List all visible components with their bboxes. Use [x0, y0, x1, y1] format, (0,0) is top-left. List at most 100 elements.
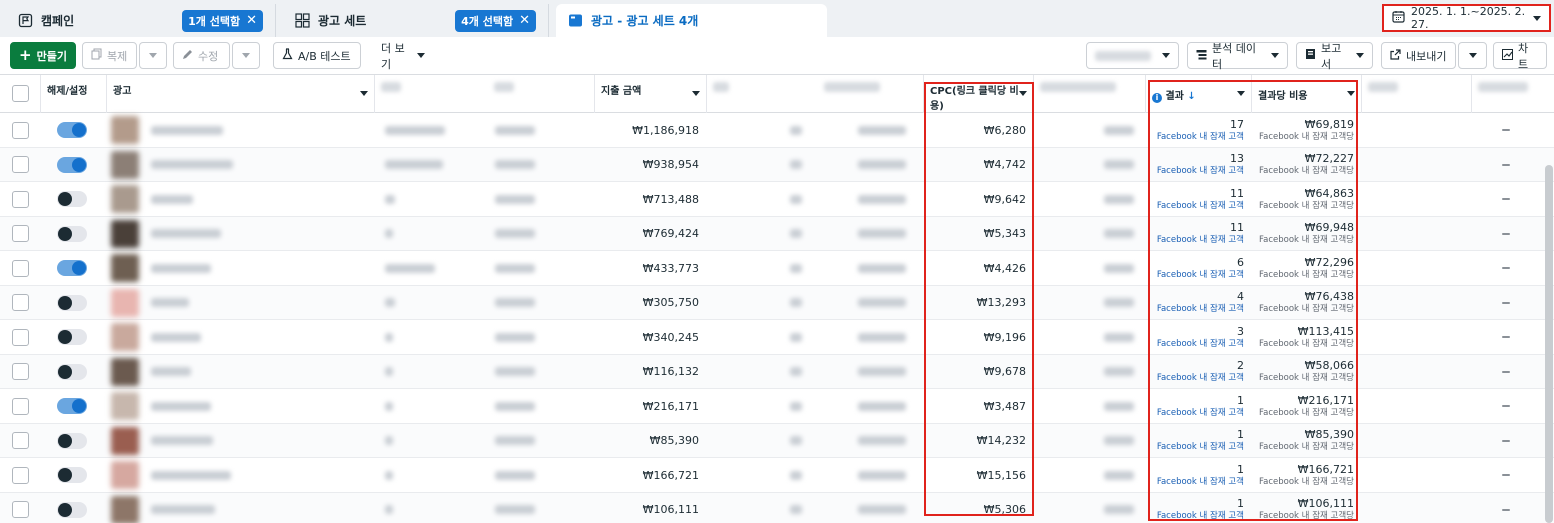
- ad-name-cell[interactable]: [111, 251, 371, 285]
- toggle-knob: [72, 399, 86, 413]
- ad-status-toggle[interactable]: [57, 156, 87, 173]
- results-type-link[interactable]: Facebook 내 잠재 고객: [1157, 442, 1244, 453]
- row-checkbox[interactable]: [12, 121, 29, 139]
- results-type-link[interactable]: Facebook 내 잠재 고객: [1157, 339, 1244, 350]
- close-icon[interactable]: ✕: [519, 14, 530, 27]
- row-checkbox[interactable]: [12, 294, 29, 311]
- results-type-link[interactable]: Facebook 내 잠재 고객: [1157, 270, 1244, 281]
- ad-name-cell[interactable]: [111, 320, 371, 354]
- ad-status-toggle[interactable]: [57, 467, 87, 483]
- analyze-button[interactable]: 분석 데이터: [1187, 42, 1288, 71]
- ad-status-toggle[interactable]: [57, 294, 87, 311]
- column-header-cost-per-result[interactable]: 결과당 비용: [1252, 75, 1362, 113]
- ad-name-cell[interactable]: [111, 493, 371, 523]
- ad-status-toggle[interactable]: [57, 191, 87, 207]
- table-row[interactable]: ₩713,488 ₩9,642 11 Facebook 내 잠재 고객 ₩64,…: [0, 182, 1554, 217]
- table-row[interactable]: ₩116,132 ₩9,678 2 Facebook 내 잠재 고객 ₩58,0…: [0, 354, 1554, 389]
- results-type-link[interactable]: Facebook 내 잠재 고객: [1157, 408, 1244, 419]
- ad-name-cell[interactable]: [111, 182, 371, 216]
- results-type-link[interactable]: Facebook 내 잠재 고객: [1157, 477, 1244, 488]
- results-type-link[interactable]: Facebook 내 잠재 고객: [1157, 511, 1244, 522]
- table-row[interactable]: ₩938,954 ₩4,742 13 Facebook 내 잠재 고객 ₩72,…: [0, 147, 1554, 182]
- ad-name-cell[interactable]: [111, 389, 371, 423]
- tab-adset[interactable]: 광고 세트 4개 선택함 ✕: [283, 4, 549, 37]
- row-checkbox[interactable]: [12, 259, 29, 277]
- duplicate-button[interactable]: 복제: [82, 42, 137, 69]
- column-header-blurred-5[interactable]: [1472, 75, 1554, 113]
- column-header-blurred-3[interactable]: [1034, 75, 1146, 113]
- ad-name-cell[interactable]: [111, 355, 371, 389]
- row-checkbox[interactable]: [12, 432, 29, 449]
- results-value: 11: [1230, 221, 1244, 235]
- chart-button[interactable]: 차트: [1493, 42, 1547, 71]
- results-type-link[interactable]: Facebook 내 잠재 고객: [1157, 166, 1244, 177]
- row-checkbox[interactable]: [12, 225, 29, 242]
- tab-campaign[interactable]: 캠페인 1개 선택함 ✕: [6, 4, 276, 37]
- ad-status-toggle[interactable]: [57, 398, 87, 414]
- ad-status-toggle[interactable]: [57, 432, 87, 449]
- campaign-selection-chip[interactable]: 1개 선택함 ✕: [182, 9, 263, 32]
- row-checkbox[interactable]: [12, 328, 29, 346]
- results-type-link[interactable]: Facebook 내 잠재 고객: [1157, 132, 1244, 143]
- row-checkbox[interactable]: [12, 190, 29, 208]
- duplicate-dropdown[interactable]: [139, 42, 167, 69]
- edit-button[interactable]: 수정: [173, 42, 230, 69]
- column-header-blurred-1[interactable]: [375, 75, 595, 113]
- ad-status-toggle[interactable]: [57, 501, 87, 518]
- edit-dropdown[interactable]: [232, 42, 260, 69]
- table-row[interactable]: ₩433,773 ₩4,426 6 Facebook 내 잠재 고객 ₩72,2…: [0, 251, 1554, 286]
- table-row[interactable]: ₩106,111 ₩5,306 1 Facebook 내 잠재 고객 ₩106,…: [0, 492, 1554, 523]
- cost-per-result-value: ₩113,415: [1297, 324, 1354, 338]
- column-header-toggle[interactable]: 해제/설정: [41, 75, 107, 113]
- ad-status-toggle[interactable]: [57, 225, 87, 242]
- row-checkbox[interactable]: [12, 156, 29, 173]
- column-header-ad[interactable]: 광고: [107, 75, 375, 113]
- column-header-blurred-4[interactable]: [1362, 75, 1472, 113]
- close-icon[interactable]: ✕: [246, 14, 257, 27]
- results-type-link[interactable]: Facebook 내 잠재 고객: [1157, 235, 1244, 246]
- table-row[interactable]: ₩340,245 ₩9,196 3 Facebook 내 잠재 고객 ₩113,…: [0, 320, 1554, 355]
- row-checkbox[interactable]: [12, 466, 29, 484]
- table-row[interactable]: ₩166,721 ₩15,156 1 Facebook 내 잠재 고객 ₩166…: [0, 458, 1554, 493]
- ad-name-cell[interactable]: [111, 424, 371, 458]
- export-dropdown[interactable]: [1458, 42, 1487, 69]
- ad-status-toggle[interactable]: [57, 122, 87, 138]
- select-all-checkbox[interactable]: [12, 85, 29, 102]
- ad-status-toggle[interactable]: [57, 260, 87, 276]
- tab-ads[interactable]: 광고 - 광고 세트 4개: [556, 4, 827, 37]
- results-type-link[interactable]: Facebook 내 잠재 고객: [1157, 201, 1244, 212]
- results-value: 1: [1237, 462, 1244, 476]
- date-range-picker[interactable]: 2025. 1. 1.~2025. 2. 27.: [1382, 4, 1551, 32]
- ad-name-cell[interactable]: [111, 217, 371, 251]
- table-row[interactable]: ₩1,186,918 ₩6,280 17 Facebook 내 잠재 고객 ₩6…: [0, 113, 1554, 148]
- export-button[interactable]: 내보내기: [1381, 42, 1456, 69]
- ad-name-cell[interactable]: [111, 458, 371, 492]
- column-header-blurred-2[interactable]: [707, 75, 924, 113]
- create-button[interactable]: + 만들기: [10, 42, 76, 69]
- ad-status-toggle[interactable]: [57, 329, 87, 345]
- cost-per-result-value: ₩69,819: [1304, 117, 1354, 131]
- adset-selection-chip[interactable]: 4개 선택함 ✕: [455, 9, 536, 32]
- blurred-cell: [1034, 148, 1146, 182]
- row-checkbox[interactable]: [12, 363, 29, 380]
- ad-name-cell[interactable]: [111, 148, 371, 182]
- row-checkbox[interactable]: [12, 501, 29, 518]
- column-header-results[interactable]: i 결과 ↓: [1146, 75, 1252, 113]
- row-checkbox[interactable]: [12, 397, 29, 415]
- ad-name-cell[interactable]: [111, 286, 371, 320]
- table-row[interactable]: ₩216,171 ₩3,487 1 Facebook 내 잠재 고객 ₩216,…: [0, 389, 1554, 424]
- columns-preset-dropdown[interactable]: [1086, 42, 1179, 69]
- ad-status-toggle[interactable]: [57, 363, 87, 380]
- table-row[interactable]: ₩85,390 ₩14,232 1 Facebook 내 잠재 고객 ₩85,3…: [0, 423, 1554, 458]
- table-row[interactable]: ₩769,424 ₩5,343 11 Facebook 내 잠재 고객 ₩69,…: [0, 216, 1554, 251]
- column-header-cpc[interactable]: CPC(링크 클릭당 비용): [924, 75, 1034, 113]
- vertical-scrollbar[interactable]: [1545, 165, 1553, 523]
- results-type-link[interactable]: Facebook 내 잠재 고객: [1157, 373, 1244, 384]
- results-type-link[interactable]: Facebook 내 잠재 고객: [1157, 304, 1244, 315]
- reports-button[interactable]: 보고서: [1296, 42, 1373, 71]
- ab-test-button[interactable]: A/B 테스트: [273, 42, 361, 69]
- column-header-spend[interactable]: 지출 금액: [595, 75, 707, 113]
- table-row[interactable]: ₩305,750 ₩13,293 4 Facebook 내 잠재 고객 ₩76,…: [0, 285, 1554, 320]
- more-button[interactable]: 더 보기: [372, 42, 434, 71]
- ad-name-cell[interactable]: [111, 113, 371, 147]
